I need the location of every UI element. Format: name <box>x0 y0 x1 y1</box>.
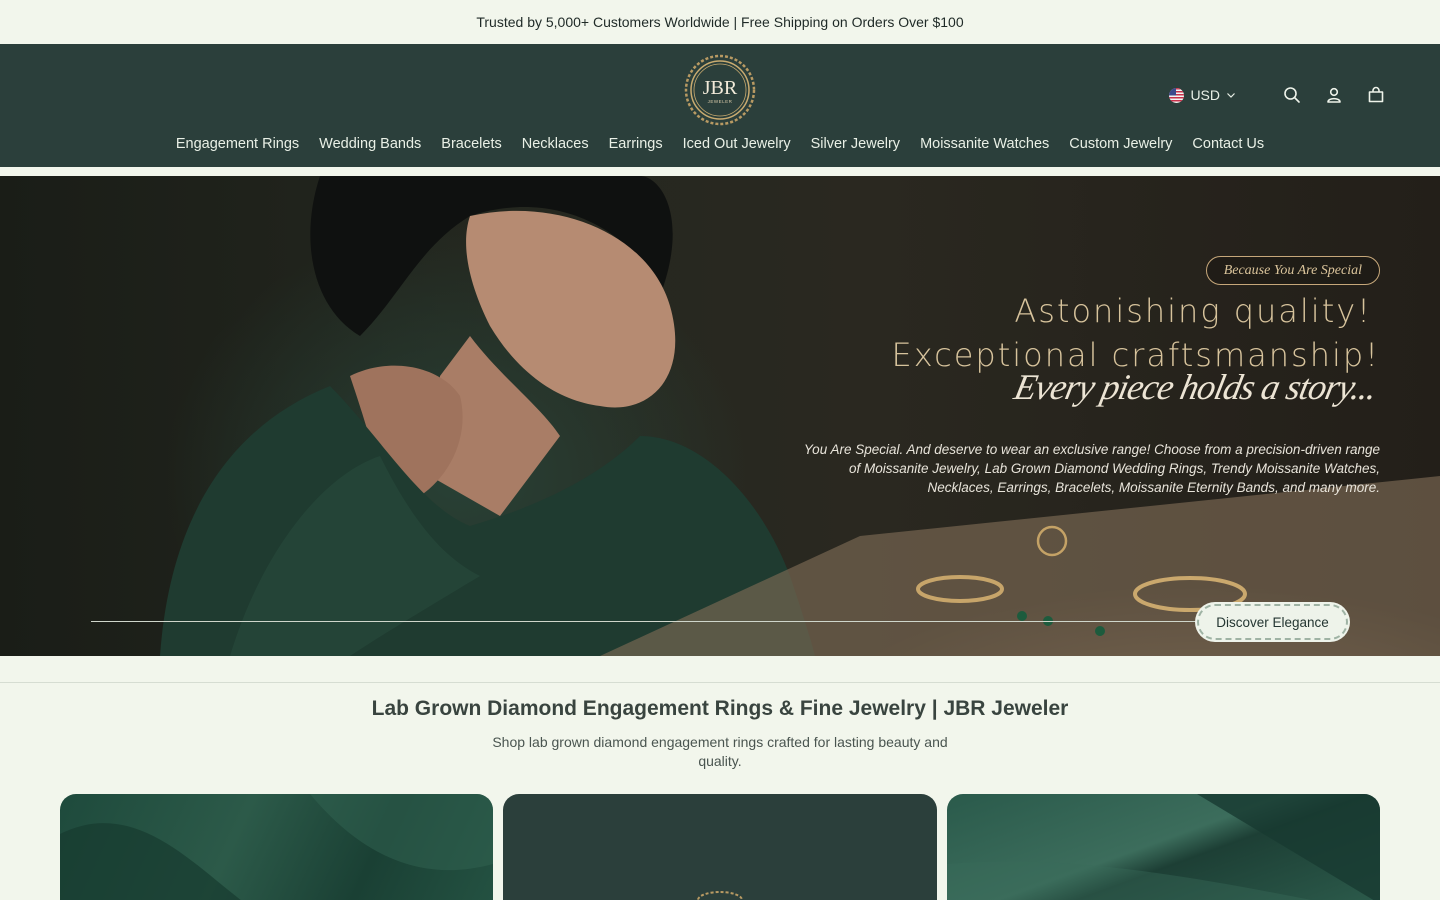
section-subtitle: Shop lab grown diamond engagement rings … <box>492 734 948 769</box>
main-nav: Engagement Rings Wedding Bands Bracelets… <box>0 136 1440 152</box>
discover-elegance-button[interactable]: Discover Elegance <box>1197 604 1348 640</box>
hero-divider-line <box>91 621 1199 622</box>
card-logo-image <box>697 891 743 900</box>
hero-script-text: Every piece holds a story... <box>1010 367 1381 407</box>
hero-tagline: Because You Are Special <box>1205 256 1380 285</box>
nav-earrings[interactable]: Earrings <box>609 136 663 152</box>
section-divider <box>0 682 1440 683</box>
currency-selector[interactable]: USD <box>1169 87 1236 103</box>
hero-illustration <box>160 176 1440 656</box>
announcement-text: Trusted by 5,000+ Customers Worldwide | … <box>476 14 964 30</box>
nav-wedding-bands[interactable]: Wedding Bands <box>319 136 421 152</box>
nav-iced-out-jewelry[interactable]: Iced Out Jewelry <box>683 136 791 152</box>
jbr-logo[interactable]: JBR JEWELER <box>684 54 756 126</box>
account-button[interactable] <box>1322 83 1346 107</box>
card-fabric-image <box>60 794 493 900</box>
hero-description: You Are Special. And deserve to wear an … <box>803 442 1380 495</box>
hero-headline-line1: Astonishing quality! <box>1014 292 1372 330</box>
us-flag-icon <box>1169 87 1185 103</box>
nav-contact-us[interactable]: Contact Us <box>1192 136 1264 152</box>
logo-emblem: JBR JEWELER <box>684 54 756 126</box>
cart-button[interactable] <box>1364 83 1388 107</box>
account-icon <box>1327 87 1341 103</box>
search-button[interactable] <box>1280 83 1304 107</box>
nav-necklaces[interactable]: Necklaces <box>522 136 589 152</box>
nav-engagement-rings[interactable]: Engagement Rings <box>176 136 299 152</box>
chevron-down-icon <box>1227 93 1235 98</box>
announcement-bar: Trusted by 5,000+ Customers Worldwide | … <box>0 0 1440 44</box>
collection-card-1[interactable] <box>60 794 493 900</box>
header-spacer <box>0 167 1440 176</box>
collection-card-3[interactable] <box>947 794 1380 900</box>
hero-banner: Because You Are Special Astonishing qual… <box>0 176 1440 656</box>
search-icon <box>1284 87 1300 103</box>
nav-silver-jewelry[interactable]: Silver Jewelry <box>811 136 900 152</box>
currency-label: USD <box>1190 87 1220 103</box>
nav-custom-jewelry[interactable]: Custom Jewelry <box>1069 136 1172 152</box>
logo-text: JBR <box>703 77 738 99</box>
site-header: JBR JEWELER USD Engagement Rings Wedding… <box>0 44 1440 167</box>
cart-icon <box>1368 86 1384 103</box>
nav-moissanite-watches[interactable]: Moissanite Watches <box>920 136 1049 152</box>
hero-image <box>0 176 1440 656</box>
card-shadow-image <box>947 794 1380 900</box>
header-tools: USD <box>1169 82 1388 108</box>
logo-subtext: JEWELER <box>708 99 733 104</box>
nav-bracelets[interactable]: Bracelets <box>441 136 501 152</box>
section-title: Lab Grown Diamond Engagement Rings & Fin… <box>371 697 1069 720</box>
collection-card-2[interactable] <box>503 794 937 900</box>
